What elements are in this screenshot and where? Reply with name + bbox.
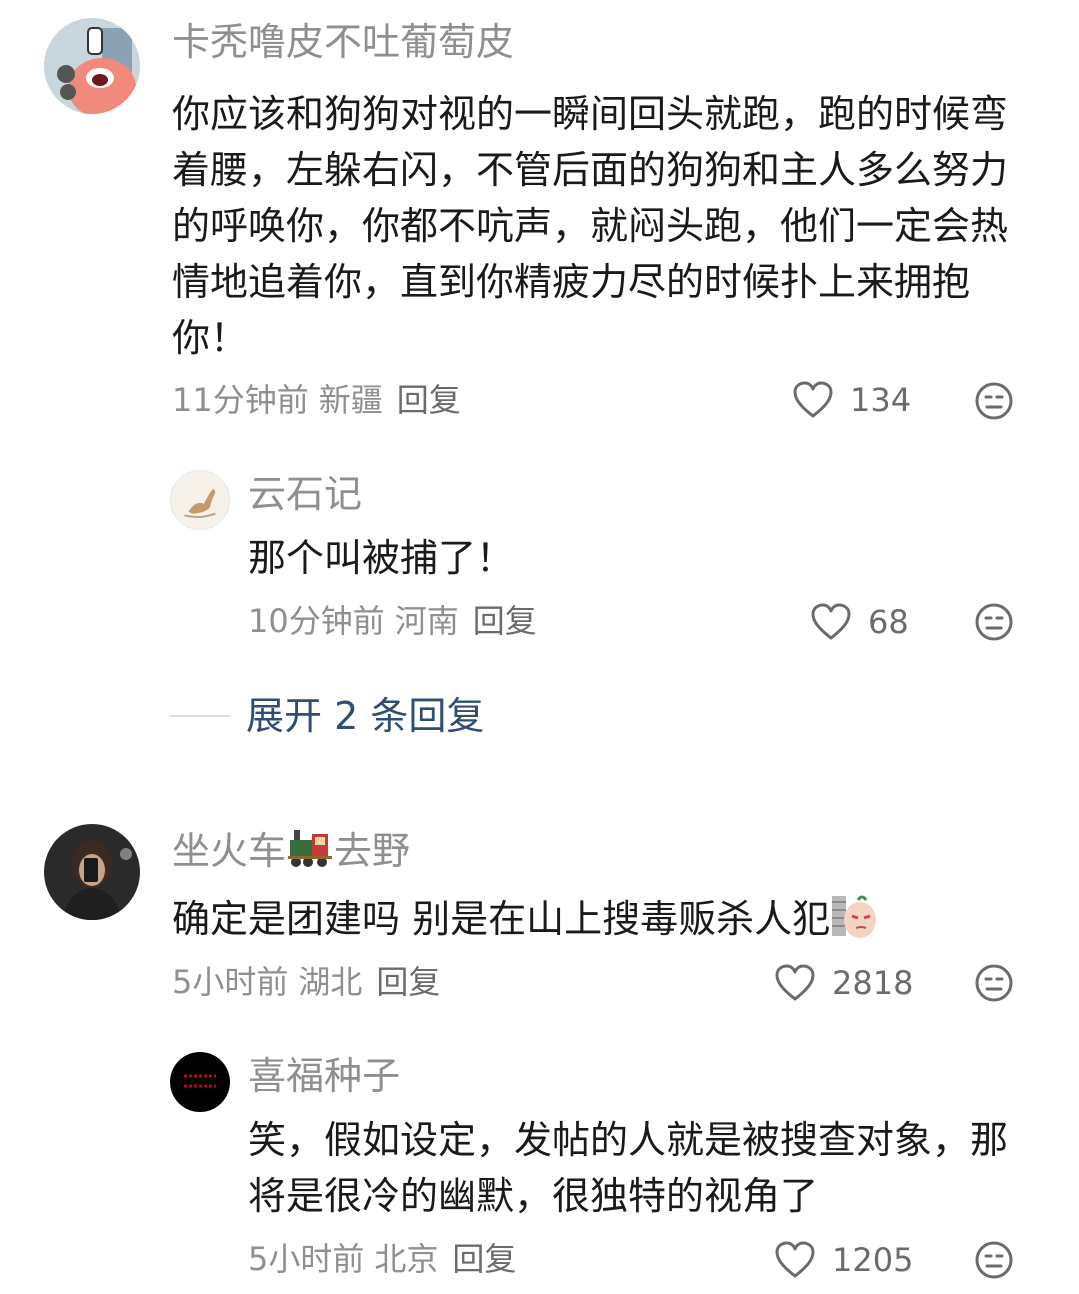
reply-button[interactable]: 回复: [452, 1240, 516, 1278]
comment-text-content: 确定是团建吗 别是在山上搜毒贩杀人犯: [172, 897, 831, 941]
heart-outline-icon: [775, 1241, 815, 1278]
reply-button[interactable]: 回复: [473, 602, 537, 640]
meme-emoji: [830, 890, 878, 953]
meh-face-icon: [975, 382, 1013, 420]
avatar[interactable]: [170, 470, 230, 530]
dislike-button[interactable]: [974, 602, 1014, 642]
avatar[interactable]: [44, 18, 140, 114]
divider: [170, 715, 230, 717]
reply-meta: 5小时前 北京 回复: [248, 1239, 516, 1279]
reply-text: 笑，假如设定，发帖的人就是被搜查对象，那将是很冷的幽默，很独特的视角了: [248, 1118, 1009, 1218]
dislike-button[interactable]: [974, 963, 1014, 1003]
meh-face-icon: [975, 603, 1013, 641]
like-button[interactable]: 2818: [774, 961, 913, 1005]
username-part: 去野: [334, 829, 411, 873]
reply-time: 10分钟前: [248, 602, 385, 640]
comment-time: 11分钟前: [172, 381, 309, 419]
reply-text: 那个叫被捕了！: [248, 536, 515, 580]
comment-username[interactable]: 卡秃噜皮不吐葡萄皮: [172, 18, 514, 66]
heart-outline-icon: [811, 603, 851, 640]
comment-username[interactable]: 坐火车 去野: [172, 826, 410, 881]
like-count: 1205: [832, 1241, 914, 1279]
reply-time: 5小时前: [248, 1240, 365, 1278]
reply-location: 河南: [394, 602, 459, 640]
like-count: 134: [850, 381, 912, 419]
heart-outline-icon: [775, 964, 815, 1001]
username-part: 坐火车: [172, 829, 287, 873]
reply-button[interactable]: 回复: [376, 963, 440, 1001]
expand-replies-button[interactable]: 展开 2 条回复: [170, 692, 484, 740]
expand-replies-label: 展开 2 条回复: [246, 694, 485, 738]
reply-username[interactable]: 云石记: [248, 470, 362, 518]
train-emoji: [286, 826, 334, 881]
comment-text: 确定是团建吗 别是在山上搜毒贩杀人犯: [172, 890, 1022, 953]
like-button[interactable]: 134: [792, 378, 911, 422]
like-count: 68: [868, 603, 909, 641]
like-count: 2818: [832, 964, 914, 1002]
comment-meta: 11分钟前 新疆 回复: [172, 380, 461, 420]
comment-location: 新疆: [318, 381, 383, 419]
avatar[interactable]: [170, 1052, 230, 1112]
reply-location: 北京: [374, 1240, 439, 1278]
meh-face-icon: [975, 964, 1013, 1002]
avatar[interactable]: [44, 824, 140, 920]
reply-meta: 10分钟前 河南 回复: [248, 601, 537, 641]
comment-meta: 5小时前 湖北 回复: [172, 962, 440, 1002]
like-button[interactable]: 68: [810, 600, 909, 644]
like-button[interactable]: 1205: [774, 1238, 913, 1282]
comment-time: 5小时前: [172, 963, 289, 1001]
dislike-button[interactable]: [974, 381, 1014, 421]
comment-location: 湖北: [298, 963, 363, 1001]
comment-text: 你应该和狗狗对视的一瞬间回头就跑，跑的时候弯着腰，左躲右闪，不管后面的狗狗和主人…: [172, 92, 1009, 360]
dislike-button[interactable]: [974, 1240, 1014, 1280]
reply-username[interactable]: 喜福种子: [248, 1052, 400, 1100]
reply-button[interactable]: 回复: [397, 381, 461, 419]
heart-outline-icon: [793, 381, 833, 418]
meh-face-icon: [975, 1241, 1013, 1279]
